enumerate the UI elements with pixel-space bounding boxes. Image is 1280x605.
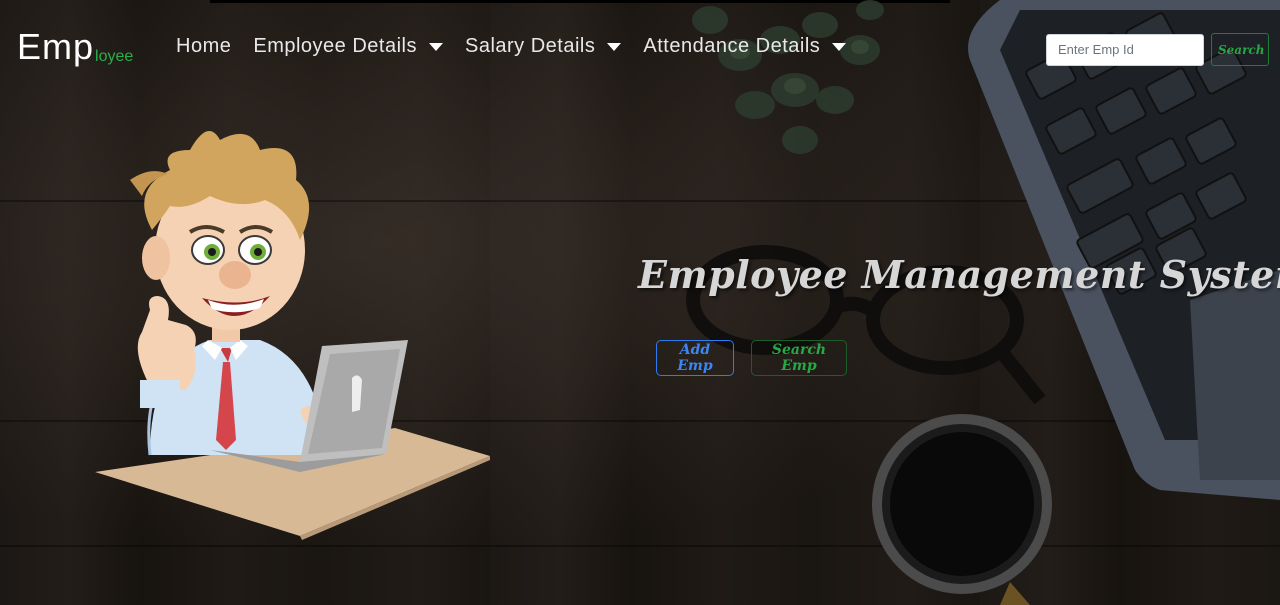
nav-employee-details-dropdown[interactable]: Employee Details: [253, 35, 443, 58]
nav-home[interactable]: Home: [176, 35, 231, 58]
nav-attendance-details-label: Attendance Details: [643, 35, 821, 57]
caret-down-icon: [428, 42, 443, 51]
board-seam: [0, 545, 1280, 547]
nav-home-label: Home: [176, 35, 232, 57]
brand-sub-text: loyee: [95, 48, 134, 65]
nav-employee-details-label: Employee Details: [253, 35, 417, 57]
search-form: Search: [1046, 33, 1269, 66]
coffee-cup-icon: [872, 414, 1052, 605]
brand-logo[interactable]: Emp loyee: [17, 26, 133, 68]
navbar: Emp loyee Home Employee Details Salary D…: [0, 0, 1280, 96]
emp-id-search-input[interactable]: [1046, 33, 1204, 66]
nav-salary-details-dropdown[interactable]: Salary Details: [464, 35, 622, 58]
nav-attendance-details-dropdown[interactable]: Attendance Details: [643, 35, 847, 58]
nav-salary-details-label: Salary Details: [464, 35, 596, 57]
search-button[interactable]: Search: [1211, 33, 1269, 66]
caret-down-icon: [607, 42, 622, 51]
nav-menu: Home Employee Details Salary Details Att…: [176, 35, 868, 58]
caret-down-icon: [832, 42, 847, 51]
brand-main-text: Emp: [17, 26, 95, 67]
add-emp-button[interactable]: Add Emp: [656, 340, 734, 376]
hero-title: Employee Management System: [638, 252, 1280, 297]
employee-with-laptop-illustration: [95, 131, 490, 540]
search-emp-button[interactable]: Search Emp: [751, 340, 847, 376]
